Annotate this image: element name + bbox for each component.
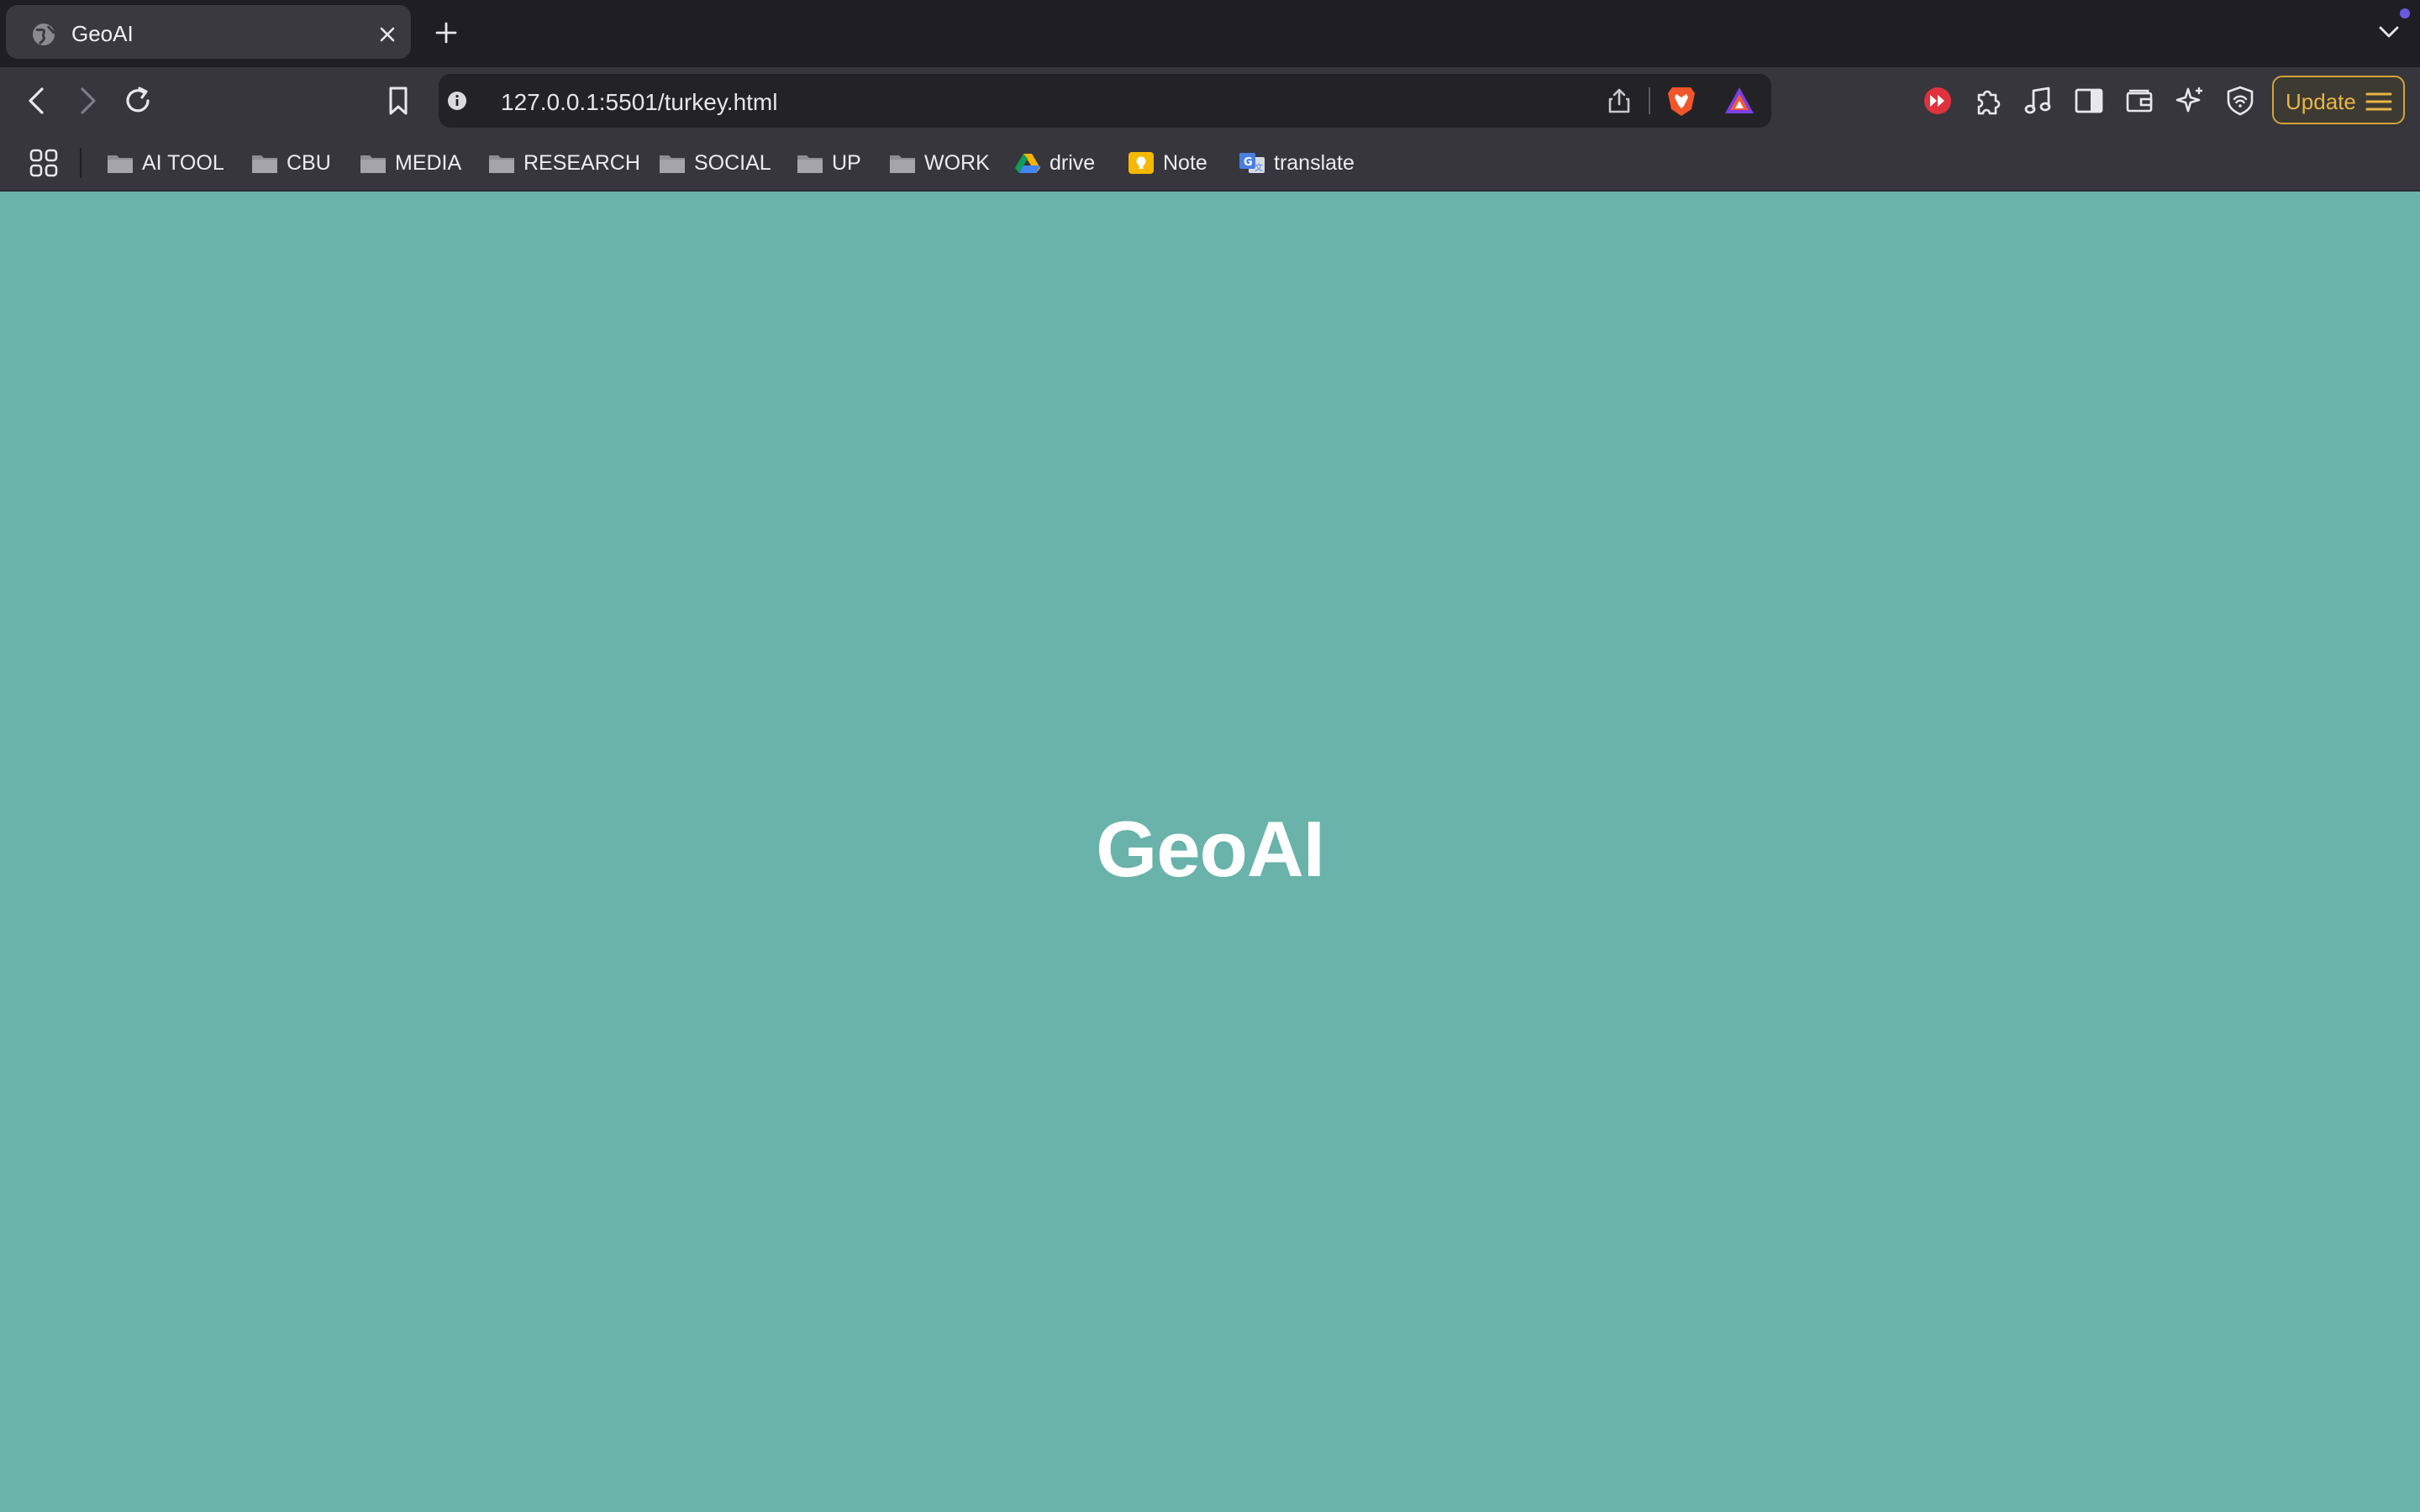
url-text[interactable]: 127.0.0.1:5501/turkey.html bbox=[501, 89, 777, 116]
speedreader-icon[interactable] bbox=[1921, 84, 1954, 118]
bookmark-label: AI TOOL bbox=[142, 150, 224, 175]
bookmark-label: RESEARCH bbox=[523, 150, 640, 175]
bookmark-folder-research[interactable]: RESEARCH bbox=[488, 134, 640, 192]
wallet-icon[interactable] bbox=[2123, 84, 2156, 118]
bookmark-folder-work[interactable]: WORK bbox=[889, 134, 990, 192]
page-heading: GeoAI bbox=[1096, 805, 1325, 893]
brave-rewards-icon[interactable] bbox=[1723, 84, 1756, 118]
close-icon[interactable] bbox=[379, 26, 396, 43]
bookmark-translate[interactable]: G 文 translate bbox=[1239, 134, 1355, 192]
folder-icon bbox=[252, 155, 277, 173]
bookmark-label: translate bbox=[1274, 150, 1355, 175]
back-icon[interactable] bbox=[20, 84, 54, 118]
tab-title: GeoAI bbox=[71, 21, 134, 46]
notification-dot bbox=[2400, 8, 2410, 18]
keep-note-icon bbox=[1128, 152, 1154, 174]
info-icon[interactable] bbox=[447, 91, 467, 111]
reload-icon[interactable] bbox=[121, 84, 155, 118]
bookmark-folder-ai-tool[interactable]: AI TOOL bbox=[107, 134, 224, 192]
bookmarks-bar: AI TOOL CBU MEDIA RESEARCH SOCIAL UP WOR… bbox=[0, 134, 2420, 192]
svg-text:文: 文 bbox=[1255, 162, 1263, 173]
bookmark-label: SOCIAL bbox=[694, 150, 771, 175]
chevron-down-icon[interactable] bbox=[2378, 24, 2400, 40]
toolbar: 127.0.0.1:5501/turkey.html Update bbox=[0, 67, 2420, 134]
update-label: Update bbox=[2286, 89, 2356, 114]
sidebar-icon[interactable] bbox=[2072, 84, 2106, 118]
folder-icon bbox=[360, 155, 386, 173]
bookmark-label: Note bbox=[1163, 150, 1207, 175]
globe-icon bbox=[33, 24, 55, 45]
page-content: GeoAI bbox=[0, 192, 2420, 1512]
bookmark-folder-cbu[interactable]: CBU bbox=[251, 134, 331, 192]
folder-icon bbox=[489, 155, 514, 173]
bookmark-label: MEDIA bbox=[395, 150, 462, 175]
bookmark-label: CBU bbox=[287, 150, 331, 175]
leo-ai-icon[interactable] bbox=[2173, 84, 2207, 118]
address-bar-divider bbox=[1649, 87, 1650, 114]
folder-icon bbox=[797, 155, 823, 173]
bookmark-folder-social[interactable]: SOCIAL bbox=[659, 134, 771, 192]
bookmark-label: WORK bbox=[924, 150, 990, 175]
google-translate-icon: G 文 bbox=[1239, 153, 1265, 173]
folder-icon bbox=[890, 155, 915, 173]
bookmark-note[interactable]: Note bbox=[1128, 134, 1207, 192]
address-bar[interactable]: 127.0.0.1:5501/turkey.html bbox=[439, 74, 1771, 128]
folder-icon bbox=[660, 155, 685, 173]
new-tab-icon[interactable] bbox=[435, 22, 457, 44]
apps-grid-icon[interactable] bbox=[29, 148, 59, 178]
bookmark-drive[interactable]: drive bbox=[1014, 134, 1095, 192]
bookmark-label: UP bbox=[832, 150, 861, 175]
bookmark-folder-up[interactable]: UP bbox=[797, 134, 861, 192]
tab-geoai[interactable]: GeoAI bbox=[6, 5, 411, 59]
folder-icon bbox=[108, 155, 133, 173]
extensions-icon[interactable] bbox=[1971, 84, 2005, 118]
media-music-icon[interactable] bbox=[2022, 84, 2055, 118]
forward-icon[interactable] bbox=[71, 84, 104, 118]
vpn-shield-icon[interactable] bbox=[2223, 84, 2257, 118]
bookmark-label: drive bbox=[1050, 150, 1096, 175]
svg-text:G: G bbox=[1244, 156, 1253, 169]
update-button[interactable]: Update bbox=[2272, 76, 2405, 124]
brave-shields-icon[interactable] bbox=[1665, 84, 1697, 118]
bookmark-folder-media[interactable]: MEDIA bbox=[360, 134, 461, 192]
bookmark-icon[interactable] bbox=[381, 84, 415, 118]
share-icon[interactable] bbox=[1607, 87, 1632, 114]
google-drive-icon bbox=[1015, 154, 1040, 173]
bookmarks-divider bbox=[80, 148, 82, 178]
tab-strip: GeoAI bbox=[0, 0, 2420, 67]
browser-window: GeoAI 127.0.0.1:5501/turkey.html Update … bbox=[0, 0, 2420, 1512]
menu-icon bbox=[2365, 92, 2392, 111]
